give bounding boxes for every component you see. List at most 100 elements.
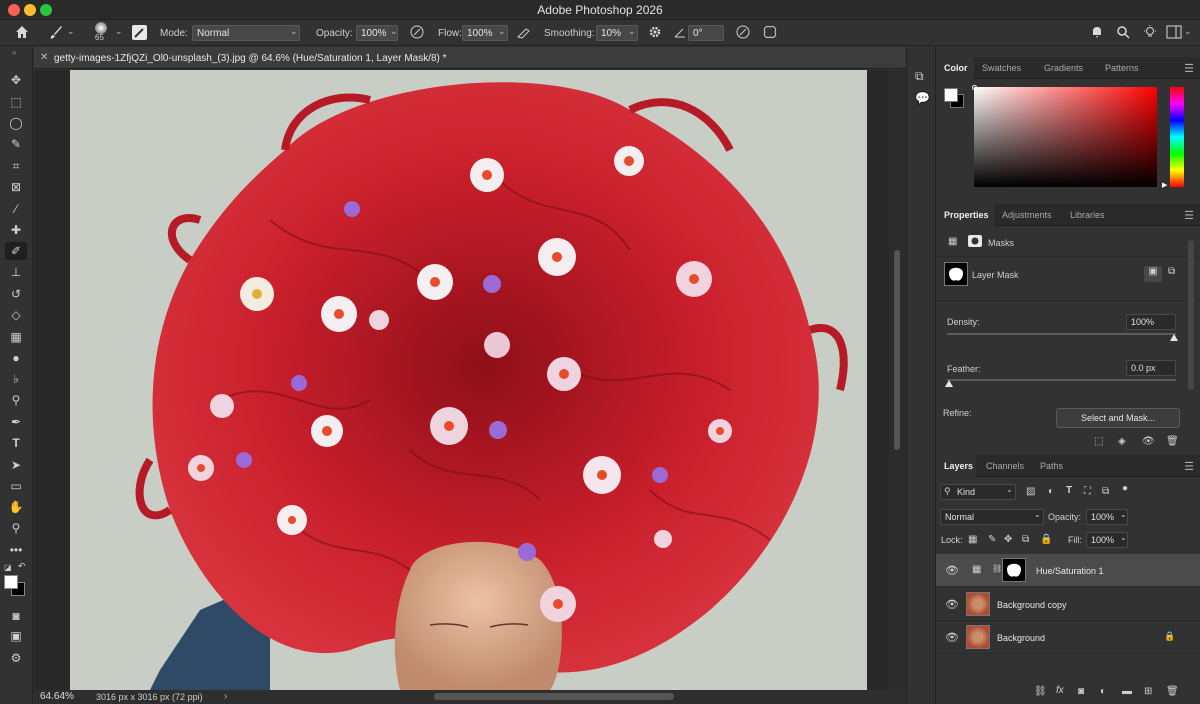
zoom-icon[interactable]: ⚲ bbox=[5, 519, 27, 537]
tab-libraries[interactable]: Libraries bbox=[1070, 210, 1105, 220]
tab-layers[interactable]: Layers bbox=[944, 461, 973, 471]
filter-smart-object-icon[interactable]: ⧉ bbox=[1102, 486, 1109, 497]
lock-all-icon[interactable]: 🔒 bbox=[1040, 534, 1052, 545]
fx-icon[interactable]: fx bbox=[1056, 685, 1064, 696]
pressure-size-icon[interactable] bbox=[736, 25, 750, 42]
brush-settings-icon[interactable] bbox=[132, 25, 147, 40]
airbrush-icon[interactable] bbox=[516, 25, 532, 42]
workspace-icon[interactable] bbox=[1166, 24, 1182, 43]
gradient-icon[interactable]: ▦ bbox=[5, 328, 27, 346]
chevron-down-icon[interactable]: ⌄ bbox=[115, 26, 123, 37]
layer-thumbnail[interactable] bbox=[966, 592, 990, 616]
brush-tool-icon[interactable] bbox=[48, 24, 64, 43]
document-tab[interactable]: ✕ getty-images-1ZfjQZi_Ol0-unsplash_(3).… bbox=[34, 47, 906, 69]
lock-pixels-icon[interactable]: ✎ bbox=[988, 534, 996, 545]
new-layer-icon[interactable]: ⊞ bbox=[1144, 686, 1152, 697]
tab-patterns[interactable]: Patterns bbox=[1105, 63, 1139, 73]
layer-row[interactable]: 👁 ▦ ⛓ Hue/Saturation 1 bbox=[936, 554, 1200, 587]
quick-select-icon[interactable]: ✎ bbox=[5, 135, 27, 153]
quick-mask-icon[interactable]: ◙ bbox=[5, 607, 27, 625]
link-icon[interactable]: ⛓ bbox=[992, 564, 1002, 573]
pressure-opacity-icon[interactable] bbox=[410, 25, 424, 42]
feather-slider[interactable] bbox=[947, 379, 1176, 381]
tab-paths[interactable]: Paths bbox=[1040, 461, 1063, 471]
frame-icon[interactable]: ⊠ bbox=[5, 178, 27, 196]
feather-slider-thumb[interactable] bbox=[945, 380, 953, 387]
color-field[interactable] bbox=[974, 87, 1157, 187]
bell-icon[interactable] bbox=[1090, 25, 1104, 42]
tab-adjustments[interactable]: Adjustments bbox=[1002, 210, 1052, 220]
layer-row[interactable]: 👁 Background 🔒 bbox=[936, 621, 1200, 654]
marquee-icon[interactable]: ⬚ bbox=[5, 93, 27, 111]
tab-properties[interactable]: Properties bbox=[944, 210, 989, 220]
rectangle-icon[interactable]: ▭ bbox=[5, 477, 27, 495]
mask-select-icon[interactable]: ▣ bbox=[1144, 266, 1162, 282]
dodge-icon[interactable]: ♭ bbox=[5, 370, 27, 388]
history-brush-icon[interactable]: ↺ bbox=[5, 285, 27, 303]
lightbulb-icon[interactable] bbox=[1142, 24, 1158, 43]
feather-field[interactable]: 0.0 px bbox=[1126, 360, 1176, 376]
tab-swatches[interactable]: Swatches bbox=[982, 63, 1021, 73]
color-picker-cursor[interactable] bbox=[972, 85, 977, 90]
layer-name[interactable]: Hue/Saturation 1 bbox=[1036, 566, 1104, 576]
density-slider-thumb[interactable] bbox=[1170, 334, 1178, 341]
layer-mask-thumbnail[interactable] bbox=[1002, 558, 1026, 582]
stamp-icon[interactable]: ⊥ bbox=[5, 263, 27, 281]
layer-name[interactable]: Background copy bbox=[997, 600, 1067, 610]
lasso-icon[interactable]: ◯ bbox=[5, 114, 27, 132]
document-image[interactable] bbox=[70, 70, 867, 690]
eyedropper-icon[interactable]: ⁄ bbox=[5, 200, 27, 218]
layer-name[interactable]: Background bbox=[997, 633, 1045, 643]
brush-icon[interactable]: ✐ bbox=[5, 242, 27, 260]
canvas-area[interactable] bbox=[34, 70, 889, 690]
hue-slider[interactable] bbox=[1170, 87, 1184, 187]
tab-color[interactable]: Color bbox=[944, 63, 968, 73]
filter-adjustment-icon[interactable]: ◐ bbox=[1048, 486, 1054, 497]
vertical-scrollbar[interactable] bbox=[889, 70, 906, 690]
swap-colors-icon[interactable]: ↶ bbox=[18, 561, 26, 572]
default-colors-icon[interactable]: ◪ bbox=[4, 563, 12, 572]
chevron-down-icon[interactable]: ⌄ bbox=[1184, 26, 1192, 37]
screen-mode-icon[interactable]: ▣ bbox=[5, 627, 27, 645]
mode-select[interactable]: Normal bbox=[192, 25, 300, 41]
lock-position-icon[interactable]: ✥ bbox=[1004, 534, 1012, 545]
pen-icon[interactable]: ✒ bbox=[5, 413, 27, 431]
filter-toggle-icon[interactable]: ● bbox=[1122, 483, 1128, 494]
blur-icon[interactable]: ● bbox=[5, 349, 27, 367]
layer-filter-select[interactable]: Kind bbox=[940, 484, 1016, 500]
eye-icon[interactable]: 👁 bbox=[945, 631, 959, 644]
vertical-scroll-thumb[interactable] bbox=[894, 250, 900, 450]
layer-mask-thumbnail[interactable] bbox=[944, 262, 968, 286]
type-icon[interactable]: T bbox=[5, 434, 27, 452]
density-slider[interactable] bbox=[947, 333, 1176, 335]
panel-menu-icon[interactable]: ☰ bbox=[1184, 209, 1194, 222]
tab-channels[interactable]: Channels bbox=[986, 461, 1024, 471]
lock-transparent-icon[interactable]: ▦ bbox=[968, 534, 977, 545]
chevron-down-icon[interactable]: ⌄ bbox=[628, 26, 636, 37]
chevron-down-icon[interactable]: ⌄ bbox=[498, 26, 506, 37]
trash-icon[interactable]: 🗑 bbox=[1166, 686, 1179, 697]
select-and-mask-button[interactable]: Select and Mask... bbox=[1056, 408, 1180, 428]
foreground-color-swatch[interactable] bbox=[4, 575, 18, 589]
pixel-mask-icon[interactable]: ▦ bbox=[948, 236, 957, 247]
layer-row[interactable]: 👁 Background copy bbox=[936, 588, 1200, 621]
link-layers-icon[interactable]: ⛓ bbox=[1034, 686, 1047, 697]
chevron-down-icon[interactable]: ⌄ bbox=[1120, 510, 1127, 519]
crop-icon[interactable]: ⌗ bbox=[5, 157, 27, 175]
chevron-down-icon[interactable]: ⌄ bbox=[1120, 533, 1127, 542]
layer-thumbnail[interactable] bbox=[966, 625, 990, 649]
home-icon[interactable] bbox=[14, 24, 30, 43]
mask-icon[interactable] bbox=[968, 235, 982, 247]
collapse-panel-icon[interactable]: » bbox=[12, 48, 16, 57]
filter-type-icon[interactable]: T bbox=[1066, 485, 1072, 496]
horizontal-scroll-thumb[interactable] bbox=[434, 693, 674, 700]
filter-shape-icon[interactable]: ⛶ bbox=[1084, 486, 1091, 497]
angle-field[interactable]: 0° bbox=[688, 25, 724, 41]
gen-fill-icon[interactable]: ⚙ bbox=[5, 649, 27, 667]
gear-icon[interactable] bbox=[648, 25, 662, 42]
history-panel-icon[interactable]: ⧉ bbox=[915, 69, 924, 84]
eye-icon[interactable]: 👁 bbox=[945, 598, 959, 611]
tab-gradients[interactable]: Gradients bbox=[1044, 63, 1083, 73]
zoom-level[interactable]: 64.64% bbox=[40, 691, 74, 702]
eye-icon[interactable]: 👁 bbox=[945, 564, 959, 577]
